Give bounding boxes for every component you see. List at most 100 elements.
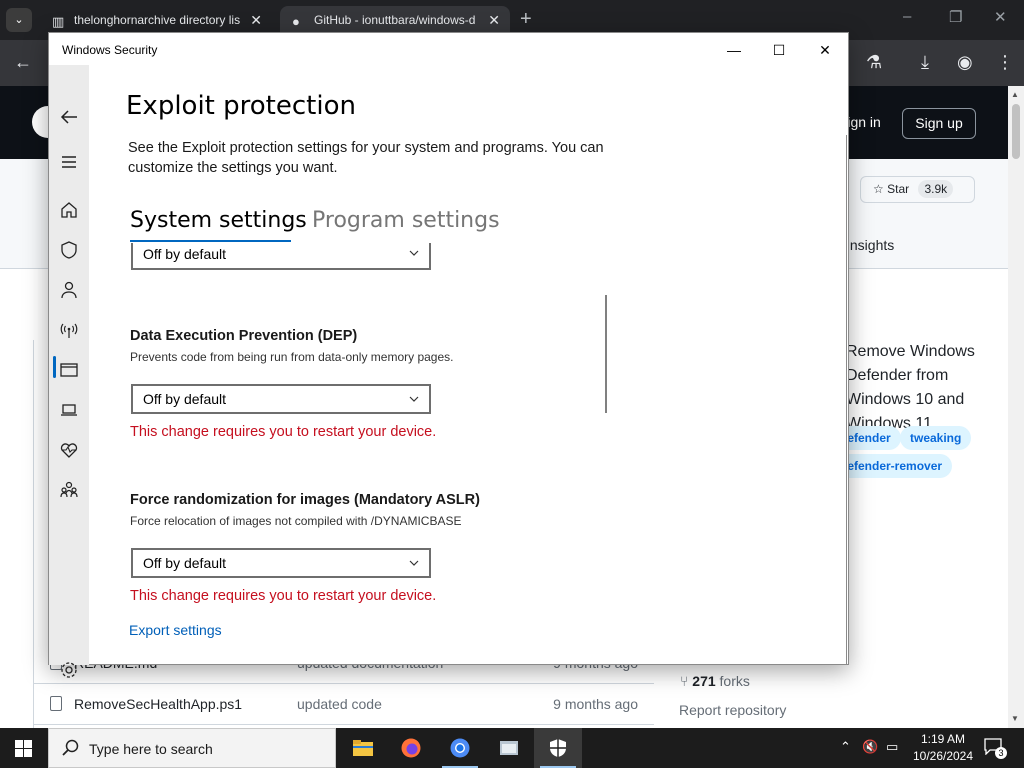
dep-title: Data Execution Prevention (DEP) (130, 328, 358, 344)
account-protection-person-icon[interactable] (57, 278, 81, 302)
star-button[interactable]: ☆ Star 3.9k (860, 176, 975, 203)
app-window-icon (500, 741, 518, 755)
device-security-laptop-icon[interactable] (57, 398, 81, 422)
repo-description: Remove Windows Defender from Windows 10 … (846, 343, 975, 432)
tab-search-button[interactable]: ⌄ (6, 8, 32, 32)
file-name[interactable]: RemoveSecHealthApp.ps1 (74, 696, 242, 712)
show-hidden-icons-chevron-up-icon[interactable]: ⌃ (840, 739, 851, 755)
taskbar-windows-security[interactable] (534, 728, 582, 768)
aslr-dropdown[interactable]: Off by default (131, 548, 431, 578)
folder-icon (353, 740, 373, 756)
back-arrow-icon[interactable]: ← (14, 52, 32, 72)
tab-insights[interactable]: Insights (846, 237, 894, 253)
search-icon (62, 739, 79, 756)
star-count: 3.9k (918, 180, 954, 198)
notification-center-button[interactable]: 3 (984, 738, 1007, 759)
app-browser-control-icon[interactable] (57, 358, 81, 382)
dep-dropdown[interactable]: Off by default (131, 384, 431, 414)
dropdown-value: Off by default (143, 555, 227, 571)
fork-icon: ⑂ (680, 673, 689, 689)
tab-title: GitHub - ionuttbara/windows-d (314, 13, 476, 27)
aslr-restart-warning: This change requires you to restart your… (130, 588, 437, 604)
close-tab-icon[interactable]: ✕ (250, 6, 262, 34)
tab-program-settings[interactable]: Program settings (312, 208, 500, 233)
dropdown-value: Off by default (143, 246, 227, 262)
taskbar-file-explorer[interactable] (339, 728, 387, 768)
windows-security-shield-icon (550, 739, 566, 757)
commit-message[interactable]: updated code (297, 696, 382, 712)
close-button[interactable]: ✕ (802, 37, 848, 63)
windows-security-window: Windows Security — ☐ ✕ Exploit protectio… (48, 32, 849, 678)
table-row[interactable]: RemoveSecHealthApp.ps1 updated code 9 mo… (34, 684, 654, 724)
star-icon: ☆ (873, 182, 884, 196)
taskbar: Type here to search ⌃ 🔇 ▭ 1:19 AM 10/26/… (0, 728, 1024, 768)
volume-muted-icon[interactable]: 🔇 (862, 739, 878, 755)
scrollbar-thumb[interactable] (1012, 104, 1020, 159)
taskbar-firefox[interactable] (387, 728, 435, 768)
maximize-button[interactable]: ☐ (756, 37, 802, 63)
labs-flask-icon[interactable]: ⚗ (866, 52, 882, 72)
family-options-icon[interactable] (57, 478, 81, 502)
page-title: Exploit protection (126, 91, 356, 121)
dep-restart-warning: This change requires you to restart your… (130, 424, 437, 440)
star-label: Star (887, 182, 910, 196)
chromium-icon (450, 738, 470, 758)
back-arrow-icon[interactable] (57, 105, 81, 129)
forks-count: 271 (692, 673, 716, 689)
cfg-dropdown[interactable]: Off by default (131, 243, 431, 270)
menu-kebab-icon[interactable]: ⋮ (996, 52, 1014, 72)
taskbar-clock[interactable]: 1:19 AM 10/26/2024 (912, 731, 974, 765)
row-divider (33, 724, 654, 725)
clock-time: 1:19 AM (920, 732, 966, 746)
search-placeholder: Type here to search (89, 741, 213, 757)
firefox-icon (401, 738, 421, 758)
archive-icon: ▥ (52, 14, 65, 29)
device-health-heart-icon[interactable] (57, 438, 81, 462)
chevron-down-icon (409, 396, 419, 402)
browser-restore-button[interactable]: ❐ (949, 8, 962, 26)
windows-logo-icon (15, 740, 32, 757)
content-scrollbar[interactable] (846, 135, 847, 665)
section-divider (605, 295, 607, 413)
active-tab-underline (130, 240, 291, 242)
start-button[interactable] (0, 728, 48, 768)
settings-gear-icon[interactable] (57, 658, 81, 682)
navigation-sidebar (49, 65, 89, 678)
virus-protection-shield-icon[interactable] (57, 238, 81, 262)
minimize-button[interactable]: — (711, 37, 757, 63)
download-icon[interactable]: ⤓ (921, 52, 929, 72)
hamburger-menu-icon[interactable] (57, 150, 81, 174)
chevron-down-icon (409, 560, 419, 566)
taskbar-search-box[interactable]: Type here to search (48, 728, 336, 768)
tab-system-settings[interactable]: System settings (130, 208, 307, 233)
chevron-down-icon (409, 250, 419, 256)
new-tab-button[interactable]: + (520, 8, 532, 30)
report-repository-link[interactable]: Report repository (679, 702, 786, 718)
chevron-down-icon: ⌄ (14, 14, 24, 26)
page-intro: See the Exploit protection settings for … (128, 140, 604, 176)
file-icon (50, 696, 62, 711)
home-icon[interactable] (57, 198, 81, 222)
scroll-up-arrow-icon[interactable]: ▲ (1011, 90, 1019, 99)
network-icon[interactable]: ▭ (886, 739, 898, 755)
page-scrollbar[interactable]: ▲ ▼ (1008, 86, 1024, 728)
github-sign-up-button[interactable]: Sign up (902, 108, 976, 139)
exploit-protection-page: Exploit protection See the Exploit prote… (89, 65, 847, 665)
tab-title: thelonghornarchive directory lis (74, 13, 241, 27)
taskbar-app[interactable] (485, 728, 533, 768)
scroll-down-arrow-icon[interactable]: ▼ (1011, 714, 1019, 723)
browser-minimize-button[interactable]: – (903, 8, 911, 25)
notification-count-badge: 3 (995, 747, 1007, 759)
export-settings-link[interactable]: Export settings (129, 622, 222, 638)
profile-icon[interactable]: ◉ (957, 52, 973, 72)
dropdown-value: Off by default (143, 391, 227, 407)
window-title-bar[interactable]: Windows Security — ☐ ✕ (49, 33, 848, 65)
browser-close-button[interactable]: ✕ (994, 8, 1007, 26)
forks-link[interactable]: ⑂ 271 forks (680, 673, 750, 689)
taskbar-chrome[interactable] (436, 728, 484, 768)
topic-tag[interactable]: tweaking (900, 426, 972, 450)
firewall-network-antenna-icon[interactable] (57, 318, 81, 342)
aslr-title: Force randomization for images (Mandator… (130, 492, 480, 508)
forks-label: forks (719, 673, 750, 689)
close-tab-icon[interactable]: ✕ (488, 6, 500, 34)
